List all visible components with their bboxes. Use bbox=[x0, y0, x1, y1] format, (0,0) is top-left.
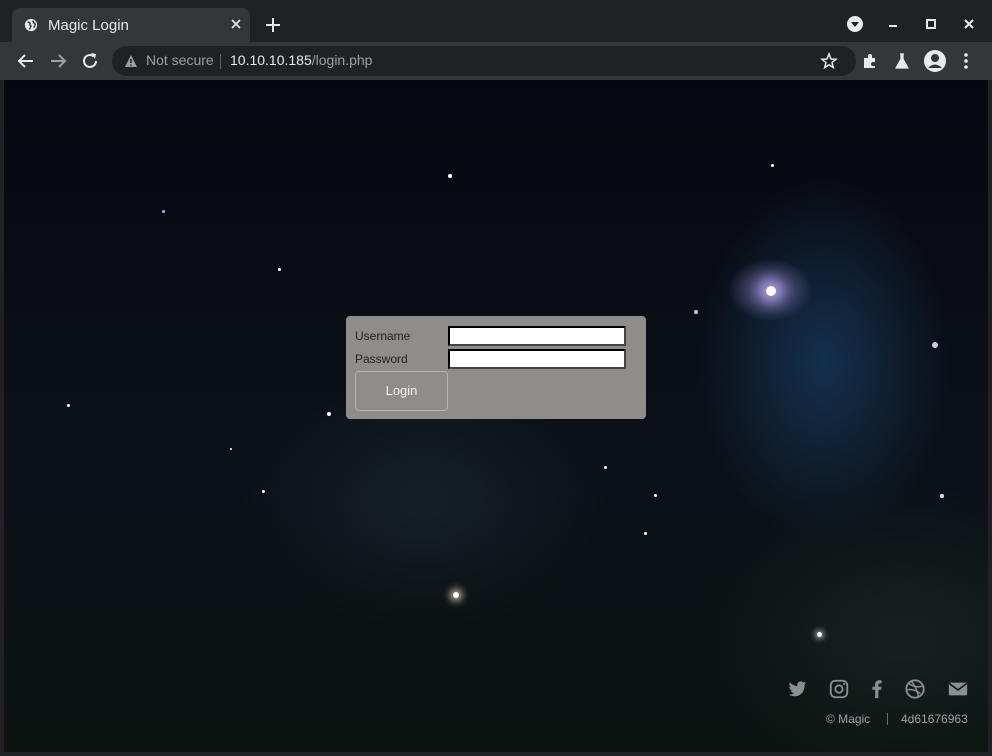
maximize-icon[interactable] bbox=[919, 12, 943, 36]
close-icon[interactable] bbox=[228, 16, 244, 32]
star-dot bbox=[644, 532, 647, 535]
star-dot bbox=[940, 494, 944, 498]
browser-toolbar: Not secure 10.10.10.185/login.php bbox=[0, 42, 992, 80]
minimize-icon[interactable] bbox=[881, 12, 905, 36]
star-dot bbox=[932, 342, 938, 348]
address-bar[interactable]: Not secure 10.10.10.185/login.php bbox=[112, 46, 856, 76]
star-dot bbox=[604, 466, 607, 469]
star-dot bbox=[453, 592, 459, 598]
username-input[interactable] bbox=[448, 326, 626, 346]
reload-icon[interactable] bbox=[79, 50, 101, 72]
browser-titlebar: Magic Login bbox=[0, 0, 992, 42]
instagram-icon[interactable] bbox=[828, 678, 850, 700]
star-icon[interactable] bbox=[820, 52, 838, 70]
menu-icon[interactable] bbox=[956, 51, 976, 71]
plus-icon[interactable] bbox=[262, 14, 284, 36]
star-dot bbox=[230, 448, 232, 450]
window-close-icon[interactable] bbox=[957, 12, 981, 36]
star-dot bbox=[327, 412, 331, 416]
back-arrow-icon[interactable] bbox=[15, 50, 37, 72]
footer-divider bbox=[887, 713, 888, 725]
star-dot bbox=[766, 286, 776, 296]
dribbble-icon[interactable] bbox=[904, 678, 926, 700]
url-text[interactable]: 10.10.10.185/login.php bbox=[230, 52, 372, 68]
username-label: Username bbox=[355, 329, 411, 343]
account-icon[interactable] bbox=[923, 49, 947, 73]
star-dot bbox=[162, 210, 165, 213]
labs-icon[interactable] bbox=[892, 51, 912, 71]
star-dot bbox=[262, 490, 265, 493]
star-dot bbox=[448, 174, 452, 178]
tab-title: Magic Login bbox=[48, 17, 129, 34]
twitter-icon[interactable] bbox=[786, 678, 808, 700]
star-dot bbox=[278, 268, 281, 271]
password-input[interactable] bbox=[448, 349, 626, 369]
star-dot bbox=[817, 632, 822, 637]
url-host: 10.10.10.185 bbox=[230, 52, 312, 68]
omnibox-divider bbox=[220, 54, 221, 69]
profile-dropdown-icon[interactable] bbox=[843, 12, 867, 36]
login-button[interactable]: Login bbox=[355, 371, 448, 411]
url-path: /login.php bbox=[311, 52, 373, 68]
page-viewport: Username Password Login © Magic 4d616769… bbox=[4, 80, 988, 752]
security-status[interactable]: Not secure bbox=[146, 52, 214, 68]
facebook-icon[interactable] bbox=[866, 678, 888, 700]
forward-arrow-icon[interactable] bbox=[47, 50, 69, 72]
star-dot bbox=[694, 310, 698, 314]
email-icon[interactable] bbox=[947, 678, 969, 700]
star-dot bbox=[771, 164, 774, 167]
extensions-icon[interactable] bbox=[860, 51, 880, 71]
password-label: Password bbox=[355, 352, 408, 366]
login-form: Username Password Login bbox=[346, 316, 646, 419]
globe-icon bbox=[24, 18, 38, 32]
star-dot bbox=[67, 404, 70, 407]
browser-tab[interactable]: Magic Login bbox=[12, 8, 250, 42]
warning-icon[interactable] bbox=[124, 54, 138, 68]
footer-copyright: © Magic bbox=[826, 712, 871, 726]
star-dot bbox=[654, 494, 657, 497]
footer-hash: 4d61676963 bbox=[901, 712, 968, 726]
